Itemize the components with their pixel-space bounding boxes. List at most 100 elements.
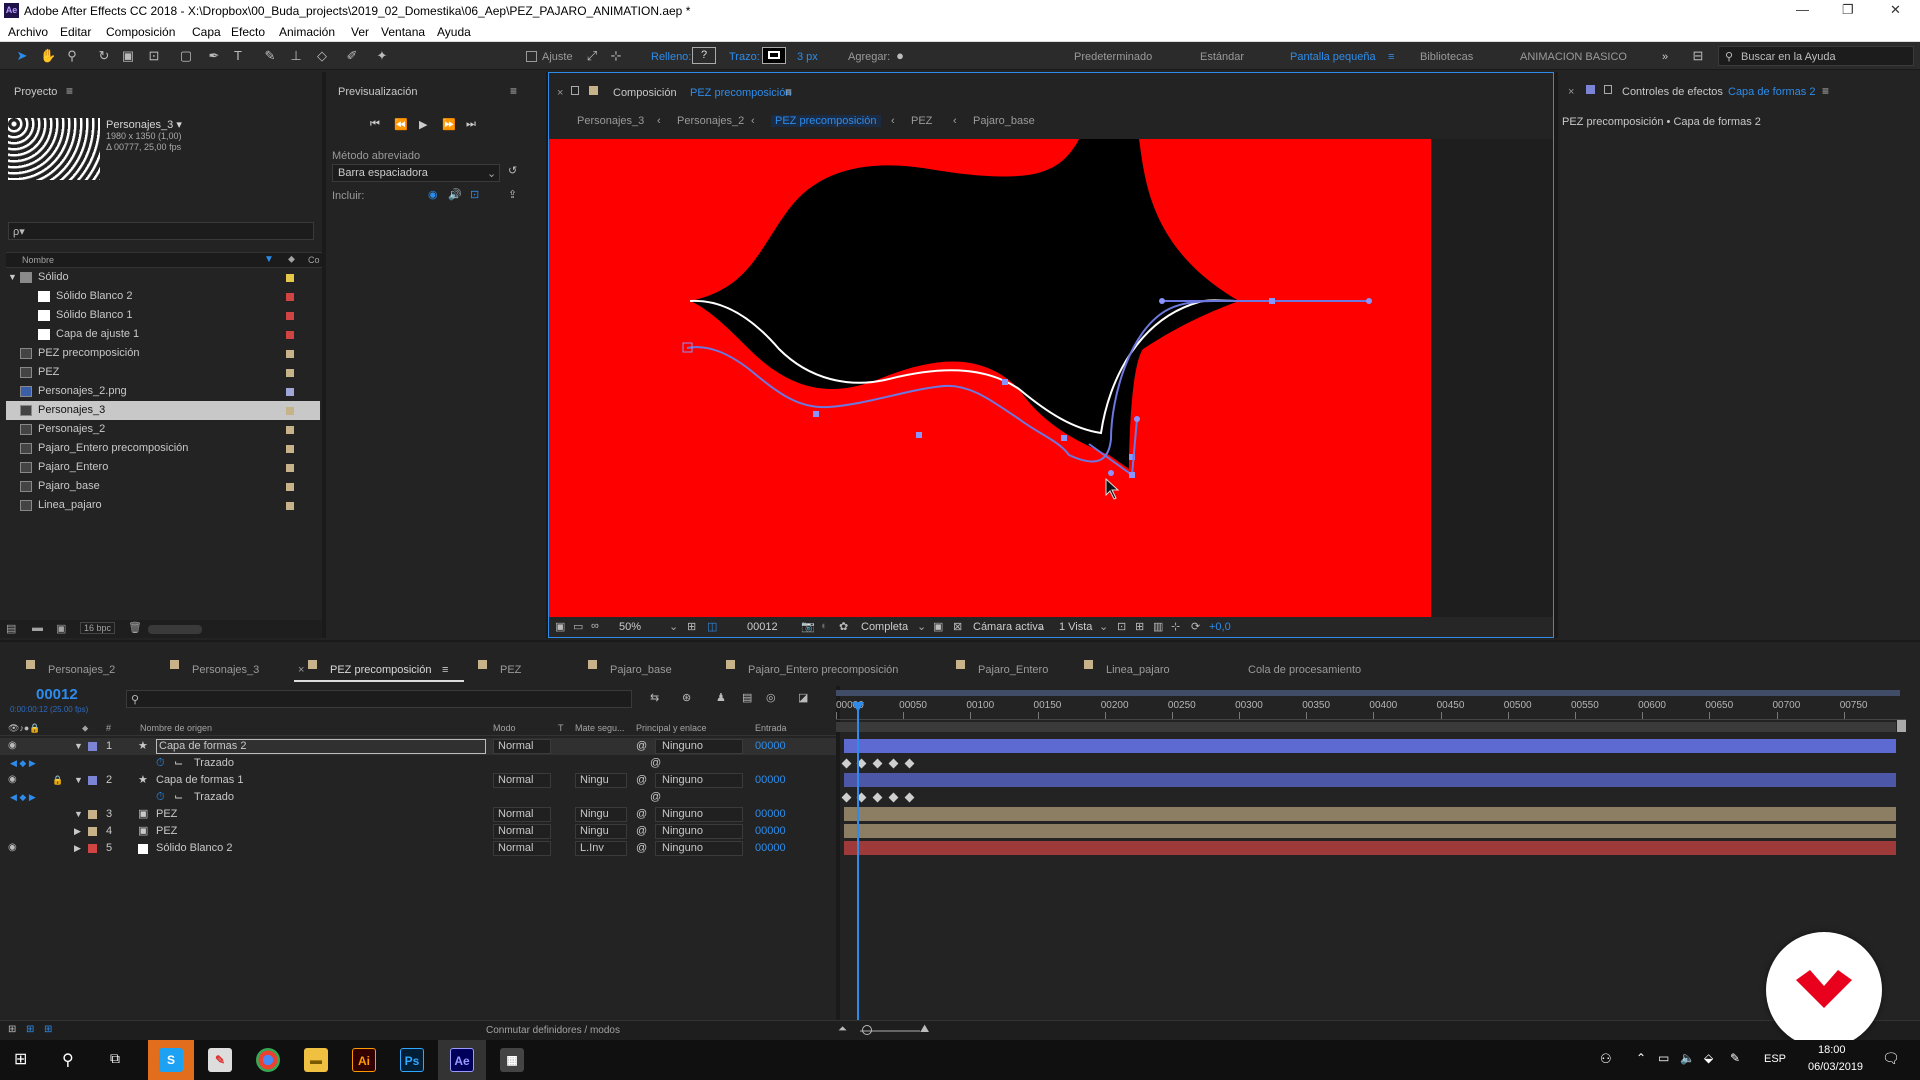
bezier-handle-point[interactable] [1108,470,1114,476]
people-icon[interactable]: ⚇ [1600,1051,1612,1067]
timeline-tab[interactable]: PEZ precomposición [330,664,432,676]
visibility-eye-icon[interactable] [8,826,20,836]
layer-name[interactable]: Sólido Blanco 2 [156,840,232,857]
comp-panel-menu-icon[interactable]: ≡ [785,85,792,99]
project-item[interactable]: Pajaro_Entero [6,458,320,477]
layer-row[interactable]: ▶ 4 ▣ PEZ Normal Ningu @ Ninguno 00000 [0,823,836,840]
thumbnail-size-slider[interactable] [148,625,202,634]
layer-expand-icon[interactable]: ▼ [74,738,83,755]
layer-duration-bar[interactable] [844,739,1896,753]
label-color-swatch[interactable] [286,502,294,510]
layer-label-color[interactable] [88,810,97,819]
last-frame-icon[interactable]: ⏭ [466,118,476,131]
clone-stamp-tool-icon[interactable]: ⊥ [288,48,304,64]
stroke-width[interactable]: 3 px [797,51,818,63]
always-preview-icon[interactable]: ▣ [555,620,565,633]
project-panel-menu-icon[interactable]: ≡ [66,84,73,98]
label-color-swatch[interactable] [286,445,294,453]
layer-duration-bar[interactable] [844,824,1896,838]
toggle-pixel-aspect-icon[interactable]: ⊡ [1117,620,1126,633]
clock-date[interactable]: 06/03/2019 [1808,1061,1863,1073]
tray-overflow-icon[interactable]: ⌃ [1636,1051,1646,1065]
label-color-swatch[interactable] [286,293,294,301]
resolution-chevron-icon[interactable]: ⌄ [917,620,926,633]
effects-panel-menu-icon[interactable]: ≡ [1822,84,1829,98]
pen-tool-icon[interactable]: ✒ [206,48,222,64]
property-row[interactable]: ◀ ◆ ▶ ⏱ ⌙ Trazado @ [0,755,836,772]
include-audio-icon[interactable]: 🔊 [448,188,462,201]
layer-in-point[interactable]: 00000 [755,823,786,840]
track-matte-select[interactable]: Ningu [575,807,627,822]
layer-label-color[interactable] [88,776,97,785]
fill-swatch[interactable]: ? [692,47,716,64]
stopwatch-icon[interactable]: ⏱ [156,755,165,772]
bit-depth[interactable]: 16 bpc [80,622,116,634]
project-item[interactable]: Pajaro_base [6,477,320,496]
paint-icon[interactable]: ✎ [208,1048,232,1072]
title-safe-icon[interactable]: ◫ [707,620,717,633]
label-tag-icon[interactable]: ⬥ [288,254,295,265]
visibility-eye-icon[interactable]: ◉ [8,843,20,853]
effects-tab-prefix[interactable]: Controles de efectos [1622,86,1723,98]
monitor-icon[interactable]: ▭ [573,620,583,633]
parent-select[interactable]: Ninguno [655,807,743,822]
file-explorer-icon[interactable]: ▬ [304,1048,328,1072]
selection-tool-icon[interactable]: ➤ [14,48,30,64]
layer-expand-icon[interactable]: ▼ [74,806,83,823]
layer-in-point[interactable]: 00000 [755,840,786,857]
play-icon[interactable]: ▶ [419,118,427,131]
track-matte-select[interactable]: Ningu [575,773,627,788]
minimize-icon[interactable]: — [1796,2,1809,17]
label-color-swatch[interactable] [286,388,294,396]
path-vertex-handle[interactable] [813,411,819,417]
reset-icon[interactable]: ↺ [508,164,517,177]
fit-icon[interactable]: ⊞ [687,620,696,633]
graph-icon[interactable]: ⌙ [174,789,183,806]
notifications-icon[interactable]: 🗨 [1882,1050,1900,1067]
layer-duration-bar[interactable] [844,841,1896,855]
menu-ayuda[interactable]: Ayuda [437,25,471,39]
layer-row[interactable]: ◉ 🔒 ▼ 2 ★ Capa de formas 1 Normal Ningu @ Ninguno… [0,772,836,789]
fill-label[interactable]: Relleno: [651,51,691,63]
track-matte-select[interactable]: L.Inv [575,841,627,856]
project-item[interactable]: Linea_pajaro [6,496,320,515]
label-column-icon[interactable]: ⬥ [82,723,88,734]
workspace-bibliotecas[interactable]: Bibliotecas [1420,51,1473,63]
restore-icon[interactable]: ❐ [1842,2,1854,18]
trash-icon[interactable]: 🗑 [128,621,142,634]
flowchart-icon[interactable]: ⊹ [1171,620,1180,633]
project-item[interactable]: Sólido Blanco 1 [6,306,320,325]
property-row[interactable]: ◀ ◆ ▶ ⏱ ⌙ Trazado @ [0,789,836,806]
menu-composicion[interactable]: Composición [106,25,175,39]
breadcrumb-item[interactable]: Personajes_2 [677,115,744,127]
col-t[interactable]: T [558,723,564,733]
close-effects-tab-icon[interactable]: × [1568,86,1574,98]
hand-tool-icon[interactable]: ✋ [40,48,56,64]
label-color-swatch[interactable] [286,483,294,491]
puppet-tool-icon[interactable]: ✦ [374,48,390,64]
camera-select[interactable]: Cámara activa [973,621,1044,633]
label-color-swatch[interactable] [286,426,294,434]
interpret-footage-icon[interactable]: ▤ [6,622,16,635]
menu-efecto[interactable]: Efecto [231,25,265,39]
menu-capa[interactable]: Capa [192,25,221,39]
reset-exposure-icon[interactable]: ⟳ [1191,620,1200,633]
layer-name[interactable]: Capa de formas 2 [156,739,486,754]
zoom-select[interactable]: 50% [619,621,641,633]
timeline-tab[interactable]: Pajaro_Entero [978,664,1048,676]
zoom-chevron-icon[interactable]: ⌄ [669,620,678,633]
path-vertex-handle[interactable] [1002,379,1008,385]
col-entrada[interactable]: Entrada [755,723,787,733]
workspace-layout-icon[interactable]: ⊟ [1690,48,1706,64]
zoom-in-icon[interactable]: ⛰ [920,1023,929,1036]
pickwhip-icon[interactable]: @ [636,738,647,755]
language-indicator[interactable]: ESP [1764,1053,1786,1065]
expression-pickwhip-icon[interactable]: @ [650,755,661,772]
col-parent[interactable]: Principal y enlace [636,723,707,733]
workspace-predeterminado[interactable]: Predeterminado [1074,51,1152,63]
dropbox-icon[interactable]: ⬙ [1704,1051,1713,1065]
rectangle-tool-icon[interactable]: ▢ [178,48,194,64]
include-overlays-icon[interactable]: ⊡ [470,188,479,201]
help-search-field[interactable]: ⚲ Buscar en la Ayuda [1718,46,1914,66]
project-item[interactable]: ▼ Sólido [6,268,320,287]
